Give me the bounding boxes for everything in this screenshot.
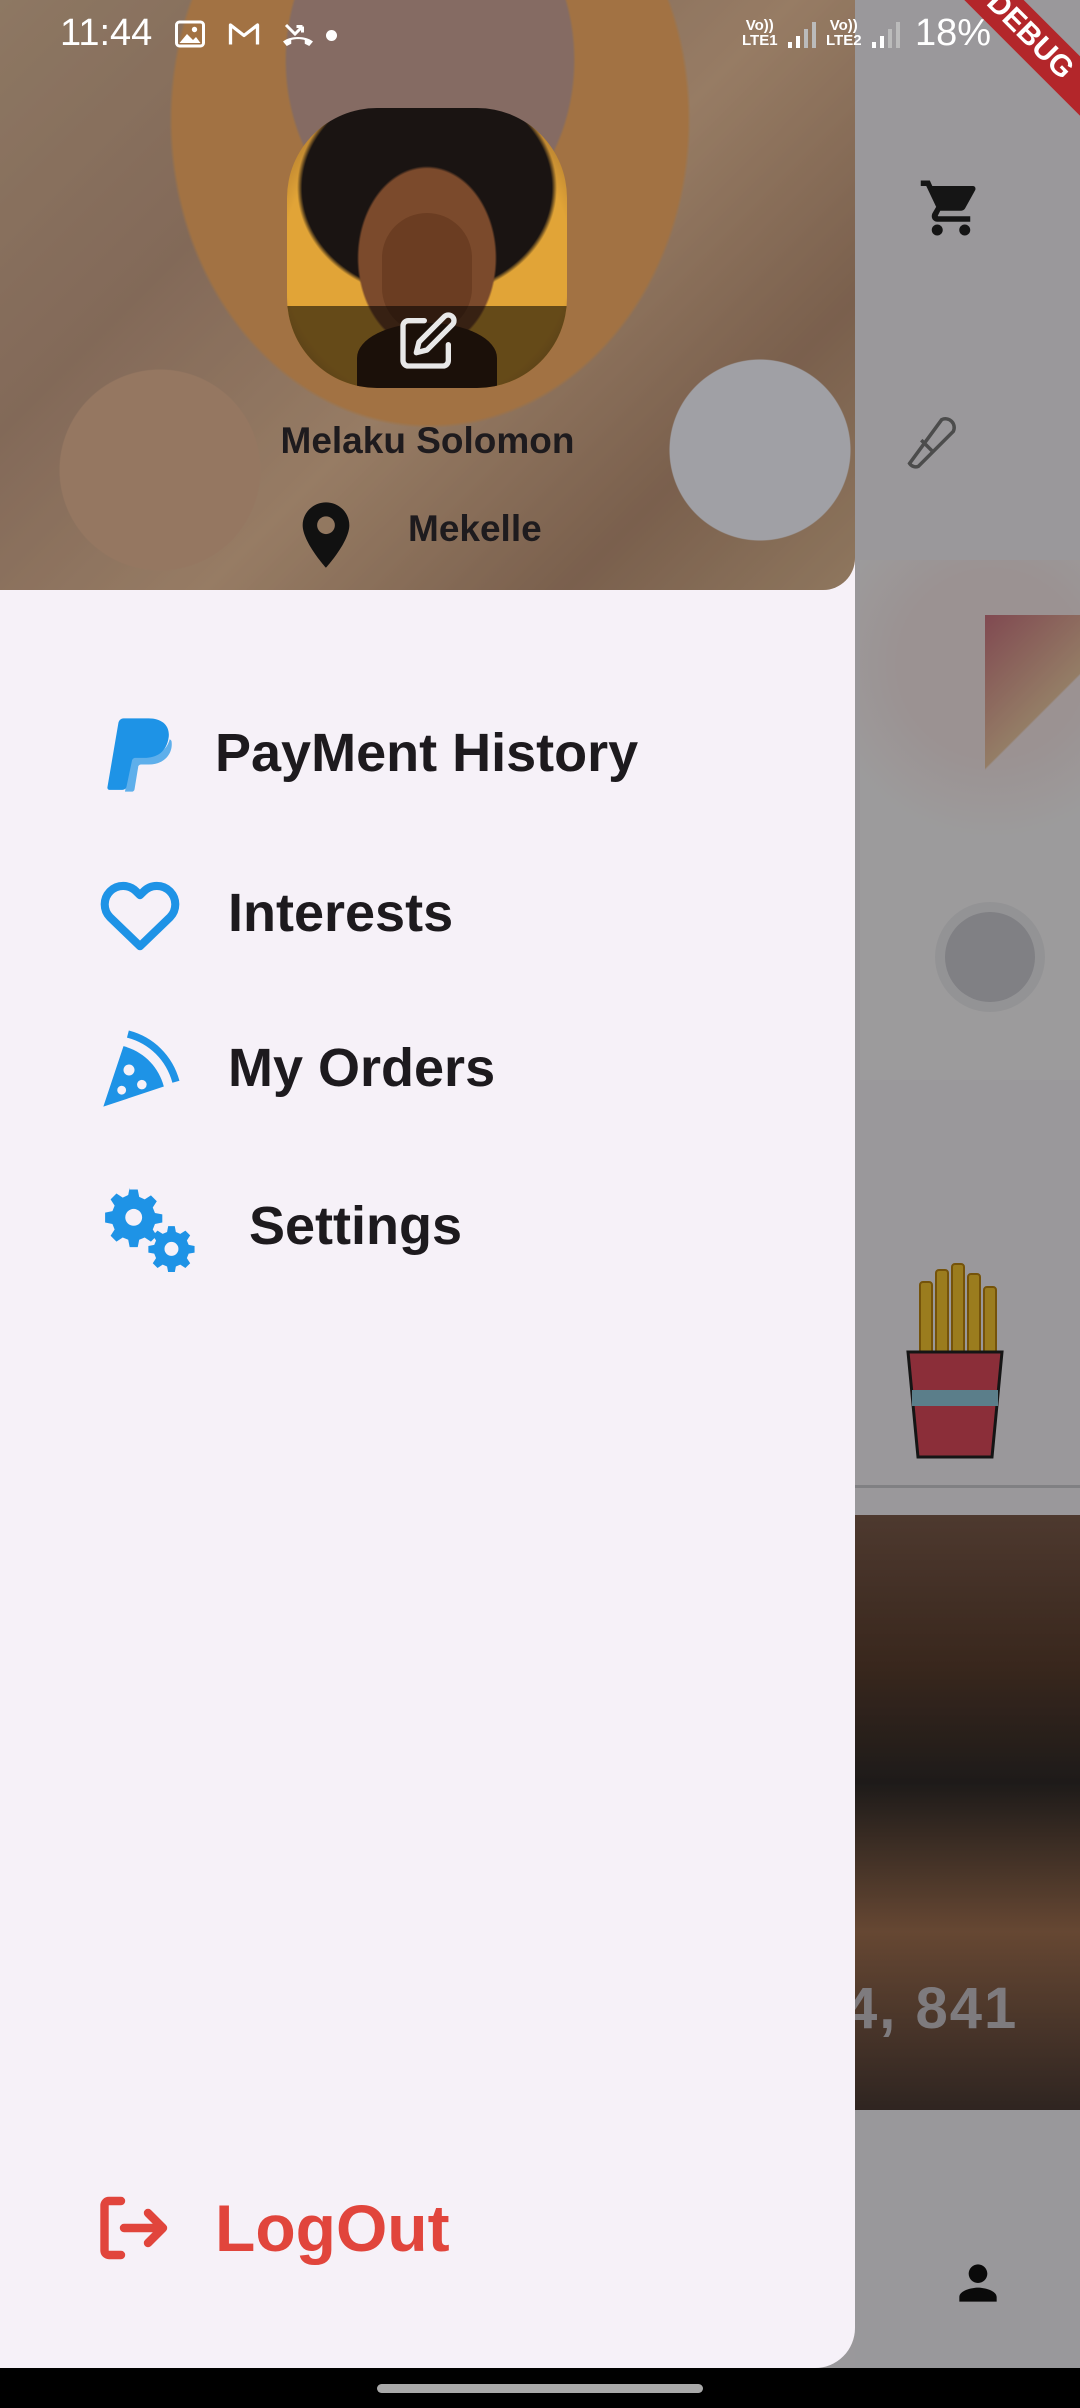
signal-icon: [788, 22, 816, 48]
heart-icon: [100, 881, 180, 951]
menu-item-label: Settings: [249, 1196, 463, 1256]
gallery-icon: [175, 20, 205, 48]
notification-icons: [172, 16, 316, 52]
status-time: 11:44: [60, 12, 153, 54]
menu-item-label: PayMent History: [215, 723, 639, 783]
logout-label: LogOut: [215, 2191, 450, 2265]
system-navigation-bar: [0, 2368, 1080, 2408]
profile-name: Melaku Solomon: [280, 420, 575, 461]
status-bar: 11:44 Vo)) LTE1 Vo)) LTE2 18%: [0, 0, 1080, 66]
edit-icon[interactable]: [395, 310, 459, 374]
missed-call-icon: [283, 23, 313, 46]
more-notifications-dot: [326, 30, 337, 41]
gears-icon: [105, 1187, 195, 1272]
sim1-network-label: Vo)) LTE1: [742, 18, 778, 48]
logout-icon: [100, 2196, 168, 2260]
gmail-icon: [228, 23, 260, 45]
sim1-lte: LTE1: [742, 32, 778, 49]
menu-item-label: My Orders: [228, 1038, 496, 1098]
navigation-drawer: Melaku Solomon Mekelle PayMent History I…: [0, 0, 855, 2368]
sim2-network-label: Vo)) LTE2: [826, 18, 862, 48]
gesture-handle[interactable]: [377, 2384, 703, 2393]
drawer-header: Melaku Solomon Mekelle: [0, 0, 855, 590]
signal-icon: [872, 22, 900, 48]
avatar[interactable]: [287, 108, 567, 388]
location-pin-icon: [302, 502, 350, 568]
battery-percentage: 18%: [915, 12, 992, 54]
menu-item-label: Interests: [228, 883, 454, 943]
pizza-slice-icon: [103, 1030, 180, 1107]
location-text: Mekelle: [408, 508, 542, 549]
sim2-lte: LTE2: [826, 32, 862, 49]
paypal-icon: [107, 718, 172, 792]
